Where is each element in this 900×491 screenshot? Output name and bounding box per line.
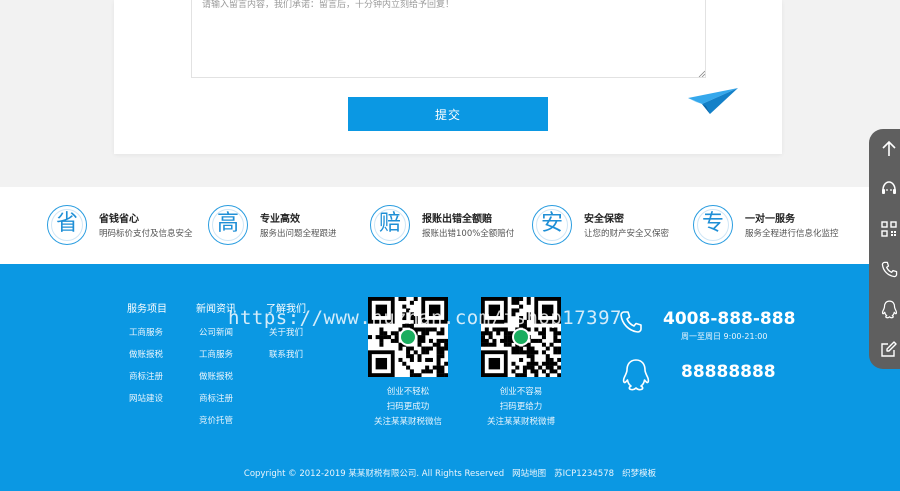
feature-desc: 服务全程进行信息化监控	[745, 229, 839, 239]
copyright-text: Copyright © 2012-2019 某某财税有限公司. All Righ…	[243, 469, 505, 479]
qq-button[interactable]	[869, 289, 900, 329]
wechat-qrcode	[368, 297, 448, 377]
footer-link[interactable]: 做账报税	[196, 370, 236, 382]
icp-link[interactable]: 苏ICP1234578	[554, 469, 614, 479]
footer-link[interactable]: 竞价托管	[196, 414, 236, 426]
submit-button[interactable]: 提交	[348, 97, 548, 131]
qrcode-caption-line: 扫码更成功	[386, 402, 430, 412]
security-icon: 安	[532, 205, 572, 245]
phone-button[interactable]	[869, 249, 900, 289]
qrcode-caption-line: 扫码更给力	[499, 402, 543, 412]
message-button[interactable]	[869, 329, 900, 369]
paper-plane-icon	[688, 88, 738, 114]
footer-column-news: 新闻资讯 公司新闻 工商服务 做账报税 商标注册 竞价托管	[196, 300, 236, 436]
footer-column-heading[interactable]: 服务项目	[127, 300, 167, 315]
back-to-top-button[interactable]	[869, 129, 900, 169]
footer-link[interactable]: 工商服务	[127, 326, 167, 338]
feature-desc: 报账出错100%全额赔付	[422, 229, 515, 239]
footer-link[interactable]: 工商服务	[196, 348, 236, 360]
floating-toolbar	[869, 129, 900, 369]
message-card: 提交	[114, 0, 782, 154]
weibo-qrcode-caption: 创业不容易 扫码更给力 关注某某财税微博	[466, 385, 576, 430]
footer-column-about: 了解我们 关于我们 联系我们	[266, 300, 306, 370]
efficiency-icon: 高	[208, 205, 248, 245]
footer-link[interactable]: 网站建设	[127, 392, 167, 404]
features-strip: 省 省钱省心 明码标价支付及信息安全 高 专业高效 服务出问题全程跟进 赔 报账…	[0, 187, 900, 264]
footer-column-services: 服务项目 工商服务 做账报税 商标注册 网站建设	[127, 300, 167, 414]
sitemap-link[interactable]: 网站地图	[512, 469, 546, 479]
contact-qq[interactable]: 88888888	[681, 362, 776, 382]
qrcode-caption-line: 关注某某财税微信	[373, 417, 442, 427]
resize-grip-icon[interactable]	[698, 70, 705, 77]
contact-phone[interactable]: 4008-888-888	[663, 309, 795, 329]
qrcode-icon	[881, 221, 897, 237]
compensation-icon: 赔	[370, 205, 410, 245]
qrcode-button[interactable]	[869, 209, 900, 249]
feature-title: 一对一服务	[745, 214, 795, 225]
qq-icon	[622, 359, 650, 391]
footer-link[interactable]: 商标注册	[127, 370, 167, 382]
footer-link[interactable]: 关于我们	[266, 326, 306, 338]
footer-link[interactable]: 商标注册	[196, 392, 236, 404]
arrow-up-icon	[882, 140, 896, 156]
qrcode-caption-line: 关注某某财税微博	[486, 417, 555, 427]
qrcode-caption-line: 创业不容易	[499, 387, 543, 397]
phone-icon	[881, 261, 897, 277]
feature-title: 专业高效	[260, 214, 300, 225]
feature-desc: 服务出问题全程跟进	[260, 229, 337, 239]
qrcode-caption-line: 创业不轻松	[386, 387, 430, 397]
copyright-bar: Copyright © 2012-2019 某某财税有限公司. All Righ…	[0, 467, 900, 479]
phone-icon	[620, 311, 642, 333]
feature-title: 报账出错全额赔	[422, 214, 492, 225]
footer-link[interactable]: 联系我们	[266, 348, 306, 360]
customer-service-icon	[882, 181, 896, 194]
footer-link[interactable]: 做账报税	[127, 348, 167, 360]
customer-service-button[interactable]	[869, 169, 900, 209]
feature-title: 省钱省心	[99, 214, 139, 225]
feature-desc: 让您的财产安全又保密	[584, 229, 670, 239]
message-textarea[interactable]	[191, 0, 706, 78]
feature-desc: 明码标价支付及信息安全	[99, 229, 193, 239]
wechat-qrcode-caption: 创业不轻松 扫码更成功 关注某某财税微信	[353, 385, 463, 430]
footer-column-heading[interactable]: 了解我们	[266, 300, 306, 315]
template-link[interactable]: 织梦模板	[622, 469, 656, 479]
qrcode-pattern	[481, 297, 561, 377]
edit-icon	[881, 341, 897, 357]
qrcode-pattern	[368, 297, 448, 377]
feature-title: 安全保密	[584, 214, 624, 225]
contact-hours: 周一至周日 9:00-21:00	[681, 332, 768, 341]
footer-column-heading[interactable]: 新闻资讯	[196, 300, 236, 315]
footer: 服务项目 工商服务 做账报税 商标注册 网站建设 新闻资讯 公司新闻 工商服务 …	[0, 264, 900, 491]
dedicated-service-icon: 专	[693, 205, 733, 245]
qq-icon	[881, 300, 897, 318]
footer-link[interactable]: 公司新闻	[196, 326, 236, 338]
save-money-icon: 省	[47, 205, 87, 245]
weibo-qrcode	[481, 297, 561, 377]
